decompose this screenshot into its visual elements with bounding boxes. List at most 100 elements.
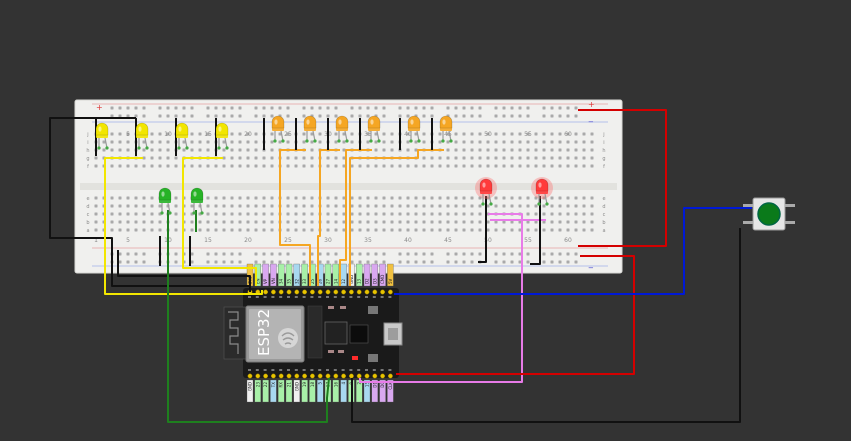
esp32-pin[interactable]	[356, 289, 362, 295]
row-letter: e	[86, 196, 89, 202]
column-number-top: 50	[484, 131, 492, 138]
rail-plus-label: +	[96, 103, 103, 112]
esp32-pin-label: D3	[372, 278, 377, 284]
esp32-pin-label: TX	[271, 382, 276, 388]
rail-plus-label-right: +	[588, 100, 595, 109]
row-letter: h	[602, 148, 605, 154]
esp32-pin[interactable]	[325, 373, 331, 379]
esp32-pin[interactable]	[380, 373, 386, 379]
row-letter: d	[86, 204, 89, 210]
esp32-pin-label: 13	[357, 278, 362, 284]
esp32-pin-label: CMD	[380, 275, 385, 284]
column-number-bottom: 40	[404, 237, 412, 244]
column-number-bottom: 35	[364, 237, 372, 244]
column-number-bottom: 25	[284, 237, 292, 244]
esp32-pin[interactable]	[333, 289, 339, 295]
esp32-pin[interactable]	[278, 289, 284, 295]
row-letter: i	[603, 140, 604, 146]
esp32-pin[interactable]	[286, 373, 292, 379]
esp32-pin[interactable]	[372, 373, 378, 379]
esp32-pin[interactable]	[364, 289, 370, 295]
esp32-pin[interactable]	[356, 373, 362, 379]
row-letter: j	[602, 132, 604, 138]
rail-minus-label: −	[588, 118, 594, 126]
column-number-bottom: 60	[564, 237, 572, 244]
esp32-label: ESP32	[255, 309, 273, 356]
esp32-pin[interactable]	[333, 373, 339, 379]
esp32-pin-label: GND	[248, 382, 253, 391]
esp32-pin[interactable]	[325, 289, 331, 295]
esp32-pin[interactable]	[364, 373, 370, 379]
column-number-top: 5	[126, 131, 130, 138]
column-number-top: 45	[444, 131, 452, 138]
esp32-pin-label: 22	[263, 382, 268, 388]
simulation-canvas[interactable]: + + − − 11551010151520202525303035354040…	[0, 0, 851, 441]
column-number-bottom: 45	[444, 237, 452, 244]
esp32-pin-label: 14	[333, 278, 338, 284]
row-letter: d	[602, 204, 605, 210]
esp32-pin-label: 21	[287, 382, 292, 388]
column-number-top: 20	[244, 131, 252, 138]
esp32-pin-label: 12	[341, 278, 346, 284]
esp32-pin[interactable]	[309, 289, 315, 295]
row-letter: b	[602, 220, 605, 226]
boot-button[interactable]	[368, 306, 378, 314]
esp32-pin[interactable]	[302, 373, 308, 379]
column-number-bottom: 5	[126, 237, 130, 244]
column-number-top: 60	[564, 131, 572, 138]
regulator-chip	[349, 324, 369, 344]
row-letter: b	[86, 220, 89, 226]
power-led-icon	[352, 356, 358, 360]
row-letter: f	[87, 164, 89, 170]
row-letter: c	[87, 212, 90, 218]
esp32-pin-label: 4	[341, 382, 346, 385]
column-number-bottom: 15	[204, 237, 212, 244]
esp32-pin[interactable]	[263, 289, 269, 295]
esp32-pin[interactable]	[380, 289, 386, 295]
pushbutton-cap[interactable]	[757, 202, 781, 226]
esp32-pin[interactable]	[270, 373, 276, 379]
row-letter: h	[86, 148, 89, 154]
esp32-pin[interactable]	[372, 289, 378, 295]
esp32-pin[interactable]	[387, 373, 393, 379]
row-letter: j	[86, 132, 88, 138]
esp32-pin[interactable]	[247, 373, 253, 379]
esp32-pin[interactable]	[255, 373, 261, 379]
row-letter: g	[86, 156, 89, 162]
esp32-pin-label: 34	[279, 278, 284, 284]
esp32-pin[interactable]	[286, 289, 292, 295]
esp32-pin[interactable]	[348, 289, 354, 295]
esp32-pin[interactable]	[341, 289, 347, 295]
reset-button[interactable]	[368, 354, 378, 362]
column-number-top: 10	[164, 131, 172, 138]
esp32-pin-label: D2	[365, 278, 370, 284]
row-letter: a	[86, 228, 89, 234]
esp32-pin-label: 23	[255, 382, 260, 388]
esp32-pin[interactable]	[302, 289, 308, 295]
esp32-pin[interactable]	[309, 373, 315, 379]
row-letter: e	[602, 196, 605, 202]
row-letter: c	[603, 212, 606, 218]
row-letter: g	[602, 156, 605, 162]
row-letter: f	[603, 164, 605, 170]
esp32-pin[interactable]	[341, 373, 347, 379]
wire-red-3v3[interactable]	[396, 255, 635, 375]
esp32-pin[interactable]	[278, 373, 284, 379]
esp32-pin-label: 27	[326, 278, 331, 284]
esp32-pin-label: 18	[310, 382, 315, 388]
espressif-logo-icon	[278, 328, 298, 348]
row-letter: a	[602, 228, 605, 234]
esp32-pin[interactable]	[348, 373, 354, 379]
esp32-pin[interactable]	[317, 289, 323, 295]
esp32-pin[interactable]	[270, 289, 276, 295]
esp32-pin-label: 33	[302, 278, 307, 284]
pushbutton[interactable]	[743, 197, 795, 231]
usb-uart-chip	[324, 321, 348, 345]
esp32-pin-label: 35	[287, 278, 292, 284]
esp32-pin[interactable]	[294, 289, 300, 295]
esp32-pin[interactable]	[263, 373, 269, 379]
esp32-pin[interactable]	[317, 373, 323, 379]
column-number-bottom: 30	[324, 237, 332, 244]
esp32-pin[interactable]	[294, 373, 300, 379]
esp32-pin[interactable]	[387, 289, 393, 295]
